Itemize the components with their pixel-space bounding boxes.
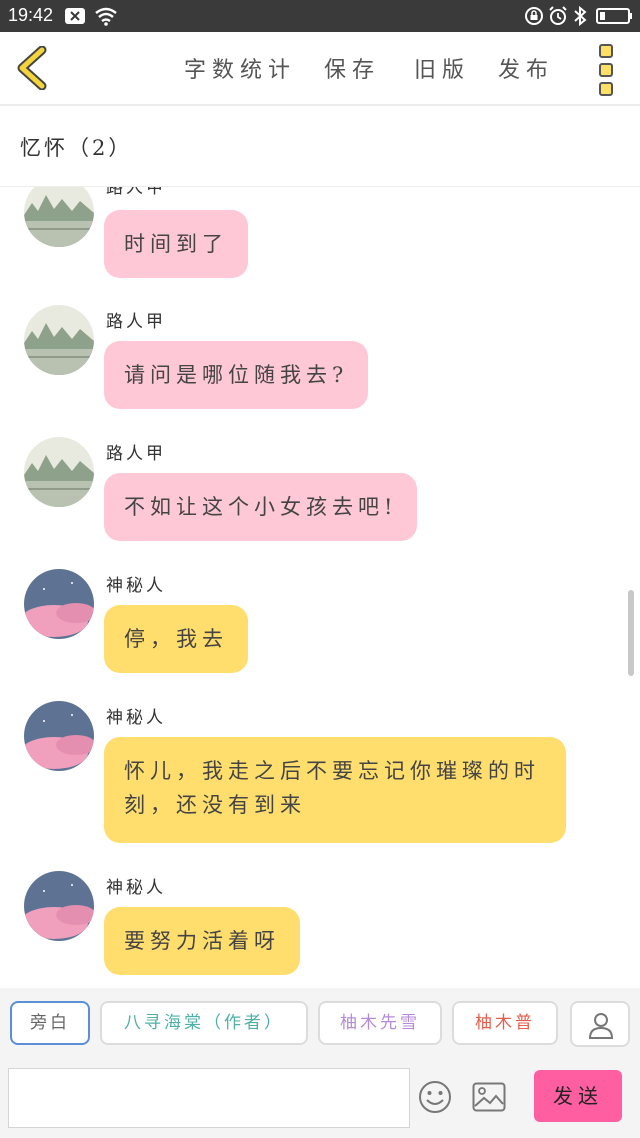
role-character-1[interactable]: 柚木先雪 [318,1001,442,1045]
chat-list[interactable]: 路人甲 时间到了 路人甲 请问是哪位随我去? 路人甲 不如让这个小女孩去吧! 神… [0,187,640,987]
avatar[interactable] [24,701,94,771]
alarm-icon [549,6,567,25]
message-bubble[interactable]: 要努力活着呀 [104,907,300,975]
avatar[interactable] [24,569,94,639]
message-bubble[interactable]: 时间到了 [104,210,248,278]
add-role-button[interactable] [570,1001,630,1047]
message-bubble[interactable]: 不如让这个小女孩去吧! [104,473,418,541]
message-bubble[interactable]: 停，我去 [104,605,248,673]
wifi-icon [95,7,117,26]
sender-name: 神秘人 [106,878,166,898]
status-time: 19:42 [8,5,54,25]
sender-name: 路人甲 [106,444,166,464]
word-count-button[interactable]: 字数统计 [184,52,296,84]
sender-name: 路人甲 [106,187,166,198]
chapter-title-row[interactable]: 忆怀（2） [0,106,640,187]
image-icon[interactable] [472,1082,506,1112]
role-narrator[interactable]: 旁白 [10,1001,90,1045]
message-input[interactable] [8,1068,410,1128]
emoji-icon[interactable] [418,1080,452,1114]
save-button[interactable]: 保存 [324,52,380,84]
sender-name: 神秘人 [106,708,166,728]
more-menu-icon[interactable] [596,44,616,96]
scrollbar[interactable] [628,590,634,676]
composer: 旁白 八寻海棠（作者） 柚木先雪 柚木普 发送 [0,988,640,1138]
role-character-2[interactable]: 柚木普 [452,1001,558,1045]
sender-name: 神秘人 [106,576,166,596]
notification-icon [65,8,85,24]
avatar[interactable] [24,437,94,507]
role-author[interactable]: 八寻海棠（作者） [100,1001,308,1045]
avatar[interactable] [24,187,94,247]
publish-button[interactable]: 发布 [498,52,554,84]
person-icon [588,1013,614,1039]
old-version-button[interactable]: 旧版 [414,52,470,84]
avatar[interactable] [24,305,94,375]
bluetooth-icon [574,6,587,26]
avatar[interactable] [24,871,94,941]
battery-icon [596,8,632,24]
lock-rotation-icon [525,7,543,25]
status-bar: 19:42 [0,0,640,32]
back-arrow-icon[interactable] [14,46,54,90]
send-button[interactable]: 发送 [534,1070,622,1122]
sender-name: 路人甲 [106,312,166,332]
message-bubble[interactable]: 怀儿，我走之后不要忘记你璀璨的时刻，还没有到来 [104,737,566,843]
message-bubble[interactable]: 请问是哪位随我去? [104,341,369,409]
top-toolbar: 字数统计 保存 旧版 发布 [0,32,640,106]
chapter-title: 忆怀（2） [20,136,133,160]
